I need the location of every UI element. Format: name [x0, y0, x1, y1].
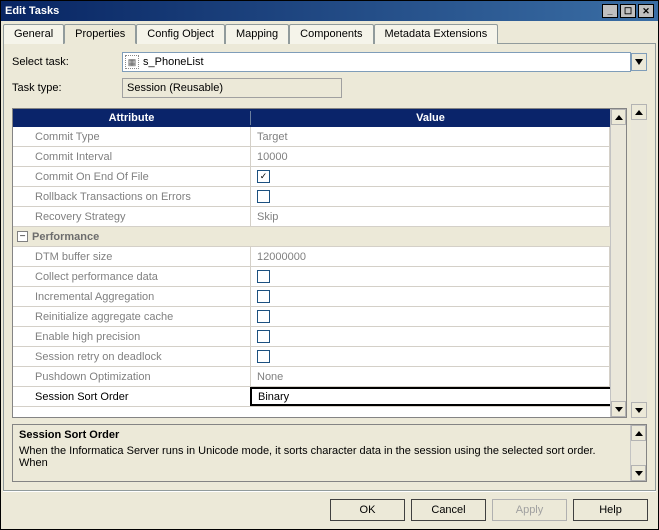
value-cell[interactable] [251, 287, 610, 306]
scroll-down-icon[interactable] [631, 465, 646, 481]
titlebar: Edit Tasks _ ☐ ✕ [1, 1, 658, 21]
checkbox[interactable] [257, 310, 270, 323]
value-cell[interactable] [251, 307, 610, 326]
select-task-label: Select task: [12, 56, 122, 68]
table-row[interactable]: Commit On End Of File [13, 167, 610, 187]
attribute-cell: Pushdown Optimization [13, 367, 251, 386]
table-row[interactable]: Recovery StrategySkip [13, 207, 610, 227]
tab-metadata-extensions[interactable]: Metadata Extensions [374, 24, 499, 44]
window-title: Edit Tasks [5, 5, 600, 17]
value-cell[interactable]: 12000000 [251, 247, 610, 266]
checkbox[interactable] [257, 270, 270, 283]
attribute-cell: Session Sort Order [13, 387, 251, 406]
attribute-cell: Collect performance data [13, 267, 251, 286]
help-button[interactable]: Help [573, 499, 648, 521]
description-title: Session Sort Order [19, 429, 624, 441]
attribute-cell: Commit Interval [13, 147, 251, 166]
section-performance[interactable]: −Performance [13, 227, 610, 247]
scroll-up-icon[interactable] [631, 425, 646, 441]
attribute-grid: Attribute Value Commit TypeTargetCommit … [12, 108, 627, 418]
collapse-icon[interactable]: − [17, 231, 28, 242]
checkbox[interactable] [257, 170, 270, 183]
dialog-content: General Properties Config Object Mapping… [1, 21, 658, 529]
select-task-dropdown[interactable]: ▦ s_PhoneList [122, 52, 631, 72]
tab-config-object[interactable]: Config Object [136, 24, 225, 44]
description-box: Session Sort Order When the Informatica … [12, 424, 647, 482]
chevron-down-icon [635, 59, 643, 65]
value-cell[interactable] [251, 187, 610, 206]
header-value: Value [251, 111, 610, 125]
value-cell[interactable]: 10000 [251, 147, 610, 166]
value-cell[interactable] [251, 327, 610, 346]
tab-properties[interactable]: Properties [64, 24, 136, 44]
table-row[interactable]: Pushdown OptimizationNone [13, 367, 610, 387]
properties-panel: Select task: ▦ s_PhoneList Task type: Se… [3, 43, 656, 491]
attribute-cell: Rollback Transactions on Errors [13, 187, 251, 206]
attribute-cell: DTM buffer size [13, 247, 251, 266]
tab-mapping[interactable]: Mapping [225, 24, 289, 44]
tab-general[interactable]: General [3, 24, 64, 44]
window-controls: _ ☐ ✕ [600, 4, 654, 18]
table-row[interactable]: DTM buffer size12000000 [13, 247, 610, 267]
value-cell[interactable] [251, 267, 610, 286]
cancel-button[interactable]: Cancel [411, 499, 486, 521]
attribute-cell: Recovery Strategy [13, 207, 251, 226]
grid-header: Attribute Value [13, 109, 610, 127]
tab-components[interactable]: Components [289, 24, 373, 44]
value-cell[interactable] [251, 167, 610, 186]
edit-tasks-window: Edit Tasks _ ☐ ✕ General Properties Conf… [0, 0, 659, 530]
checkbox[interactable] [257, 350, 270, 363]
attribute-cell: Reinitialize aggregate cache [13, 307, 251, 326]
apply-button[interactable]: Apply [492, 499, 567, 521]
table-row[interactable]: Collect performance data [13, 267, 610, 287]
select-task-dropdown-button[interactable] [631, 53, 647, 71]
value-cell[interactable]: Target [251, 127, 610, 146]
attribute-cell: Commit On End Of File [13, 167, 251, 186]
table-row[interactable]: Session Sort OrderBinary [13, 387, 610, 407]
attribute-cell: Commit Type [13, 127, 251, 146]
panel-scrollbar[interactable] [631, 104, 647, 418]
description-body: When the Informatica Server runs in Unic… [19, 445, 624, 469]
table-row[interactable]: Commit Interval10000 [13, 147, 610, 167]
scroll-down-icon[interactable] [631, 402, 647, 418]
table-row[interactable]: Enable high precision [13, 327, 610, 347]
table-row[interactable]: Rollback Transactions on Errors [13, 187, 610, 207]
close-button[interactable]: ✕ [638, 4, 654, 18]
scroll-up-icon[interactable] [631, 104, 647, 120]
attribute-cell: Incremental Aggregation [13, 287, 251, 306]
value-cell[interactable]: Skip [251, 207, 610, 226]
header-attribute: Attribute [13, 111, 251, 125]
checkbox[interactable] [257, 330, 270, 343]
grid-scrollbar[interactable] [610, 109, 626, 417]
value-cell[interactable]: None [251, 367, 610, 386]
session-icon: ▦ [125, 55, 139, 69]
checkbox[interactable] [257, 290, 270, 303]
table-row[interactable]: Incremental Aggregation [13, 287, 610, 307]
tab-strip: General Properties Config Object Mapping… [3, 24, 656, 44]
task-type-row: Task type: Session (Reusable) [12, 78, 647, 98]
value-cell[interactable]: Binary [250, 387, 610, 406]
attribute-cell: Enable high precision [13, 327, 251, 346]
table-row[interactable]: Commit TypeTarget [13, 127, 610, 147]
value-cell[interactable] [251, 347, 610, 366]
checkbox[interactable] [257, 190, 270, 203]
table-row[interactable]: Reinitialize aggregate cache [13, 307, 610, 327]
section-label: Performance [32, 231, 99, 243]
task-type-value: Session (Reusable) [122, 78, 342, 98]
select-task-row: Select task: ▦ s_PhoneList [12, 52, 647, 72]
scroll-down-icon[interactable] [611, 401, 626, 417]
maximize-button[interactable]: ☐ [620, 4, 636, 18]
scroll-up-icon[interactable] [611, 109, 626, 125]
task-type-label: Task type: [12, 82, 122, 94]
minimize-button[interactable]: _ [602, 4, 618, 18]
button-bar: OK Cancel Apply Help [3, 491, 656, 527]
attribute-cell: Session retry on deadlock [13, 347, 251, 366]
description-scrollbar[interactable] [630, 425, 646, 481]
table-row[interactable]: Session retry on deadlock [13, 347, 610, 367]
ok-button[interactable]: OK [330, 499, 405, 521]
select-task-value: s_PhoneList [143, 56, 628, 68]
